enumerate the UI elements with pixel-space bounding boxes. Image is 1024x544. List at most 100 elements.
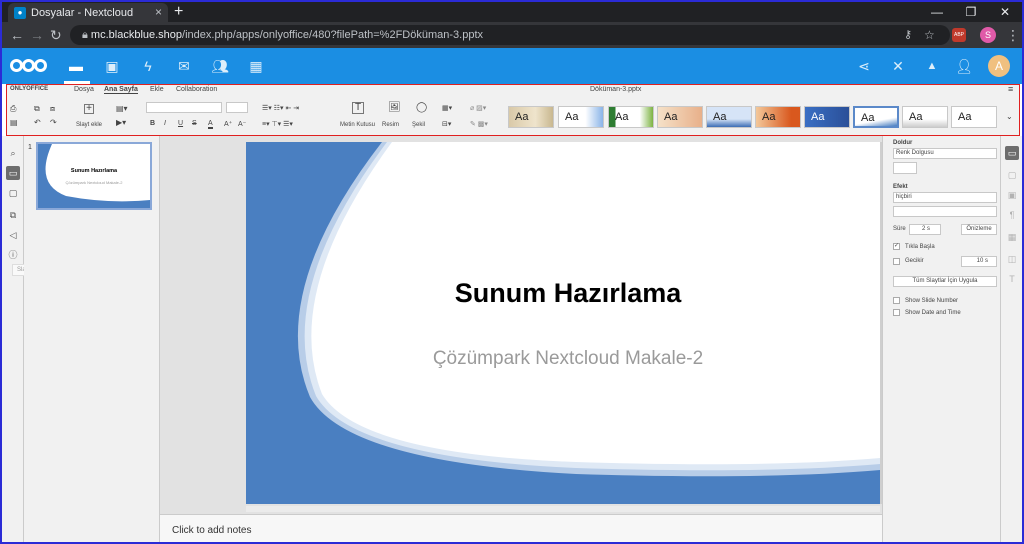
- layout-icon[interactable]: ▤▾: [116, 104, 128, 113]
- arrange-icon[interactable]: ▦▾: [442, 104, 452, 112]
- duration-stepper[interactable]: 2 s: [909, 224, 941, 235]
- slide[interactable]: Sunum Hazırlama Çözümpark Nextcloud Maka…: [246, 142, 880, 504]
- image-settings-icon[interactable]: ▣: [1005, 188, 1019, 202]
- show-slide-number-checkbox[interactable]: [893, 297, 900, 304]
- show-date-time-checkbox[interactable]: [893, 309, 900, 316]
- close-editor-icon[interactable]: ✕: [888, 56, 908, 76]
- calendar-icon[interactable]: ▦: [246, 56, 266, 76]
- theme-thumbnail[interactable]: Aa: [951, 106, 997, 128]
- contacts-menu-icon[interactable]: 👤︎: [954, 56, 974, 76]
- decrease-font-icon[interactable]: A⁻: [238, 120, 246, 128]
- new-tab-button[interactable]: +: [174, 2, 183, 22]
- table-settings-icon[interactable]: ▦: [1005, 230, 1019, 244]
- font-color-icon[interactable]: A: [208, 120, 213, 129]
- shape-icon[interactable]: ◯: [416, 102, 427, 113]
- strikethrough-icon[interactable]: S: [192, 120, 197, 127]
- underline-icon[interactable]: U: [178, 120, 183, 127]
- share-icon[interactable]: ⋖: [854, 56, 874, 76]
- undo-icon[interactable]: ↶: [34, 118, 41, 127]
- theme-thumbnail[interactable]: Aa: [804, 106, 850, 128]
- redo-icon[interactable]: ↷: [50, 118, 57, 127]
- files-icon[interactable]: ▬: [66, 56, 86, 76]
- reload-icon[interactable]: ↻: [50, 25, 62, 45]
- clear-style-icon[interactable]: ⌀ ▨▾: [470, 104, 486, 112]
- chart-settings-icon[interactable]: ◫: [1005, 252, 1019, 266]
- delay-checkbox[interactable]: [893, 258, 900, 265]
- adblock-extension-icon[interactable]: ABP: [952, 28, 966, 42]
- notes-area[interactable]: Click to add notes: [160, 514, 882, 542]
- user-avatar[interactable]: A: [988, 55, 1010, 77]
- delay-stepper[interactable]: 10 s: [961, 256, 997, 267]
- slide-subtitle[interactable]: Çözümpark Nextcloud Makale-2: [356, 348, 780, 370]
- text-box-icon[interactable]: T: [352, 102, 364, 114]
- address-bar[interactable]: 🔒︎ mc.blackblue.shop/index.php/apps/only…: [70, 25, 950, 45]
- bookmark-star-icon[interactable]: ☆: [924, 25, 935, 45]
- close-tab-icon[interactable]: ×: [155, 5, 162, 19]
- italic-icon[interactable]: I: [164, 120, 166, 127]
- image-button[interactable]: Resim: [382, 122, 399, 128]
- theme-thumbnail[interactable]: Aa: [706, 106, 752, 128]
- effect-type-select[interactable]: [893, 206, 997, 217]
- profile-avatar[interactable]: S: [980, 27, 996, 43]
- fill-color-swatch[interactable]: [893, 162, 917, 174]
- fill-select[interactable]: Renk Dolgusu: [893, 148, 997, 159]
- about-icon[interactable]: ⓘ: [6, 248, 20, 262]
- themes-expand-icon[interactable]: ⌄: [1006, 112, 1013, 121]
- feedback-icon[interactable]: ◁: [6, 228, 20, 242]
- tab-home[interactable]: Ana Sayfa: [104, 86, 138, 94]
- align-objects-icon[interactable]: ⊟▾: [442, 120, 451, 128]
- align-icon[interactable]: ≡▾ ⊤▾ ☰▾: [262, 120, 293, 128]
- browser-tab[interactable]: ● Dosyalar - Nextcloud ×: [8, 3, 168, 22]
- horizontal-scrollbar[interactable]: [246, 506, 880, 512]
- theme-thumbnail-selected[interactable]: Aa: [853, 106, 899, 128]
- menu-kebab-icon[interactable]: ⋮: [1006, 25, 1020, 45]
- add-slide-icon[interactable]: +: [84, 104, 94, 114]
- theme-thumbnail[interactable]: Aa: [508, 106, 554, 128]
- notifications-icon[interactable]: ▲: [922, 56, 942, 76]
- close-window-icon[interactable]: ✕: [988, 2, 1022, 22]
- comments-icon[interactable]: ▢: [6, 186, 20, 200]
- back-icon[interactable]: ←: [10, 25, 24, 45]
- paste-icon[interactable]: ⧈: [50, 104, 55, 114]
- activity-icon[interactable]: ϟ: [138, 56, 158, 76]
- slide-thumbnail[interactable]: Sunum Hazırlama Çözümpark Nextcloud Maka…: [36, 142, 152, 210]
- preview-button[interactable]: Önizleme: [961, 224, 997, 235]
- copy-icon[interactable]: ⧉: [34, 104, 40, 114]
- paragraph-settings-icon[interactable]: ¶: [1005, 208, 1019, 222]
- bullets-icon[interactable]: ☰▾ ☷▾ ⇤ ⇥: [262, 104, 299, 112]
- theme-thumbnail[interactable]: Aa: [755, 106, 801, 128]
- tab-insert[interactable]: Ekle: [150, 86, 164, 93]
- forward-icon[interactable]: →: [30, 25, 44, 45]
- slide-title[interactable]: Sunum Hazırlama: [356, 278, 780, 309]
- slides-icon[interactable]: ▭: [6, 166, 20, 180]
- slide-settings-icon[interactable]: ▭: [1005, 146, 1019, 160]
- save-icon[interactable]: ▤: [10, 118, 18, 127]
- copy-style-icon[interactable]: ✎ ▩▾: [470, 120, 488, 128]
- theme-thumbnail[interactable]: Aa: [608, 106, 654, 128]
- image-icon[interactable]: 🖼︎: [388, 102, 401, 113]
- key-icon[interactable]: ⚷: [904, 25, 912, 45]
- bold-icon[interactable]: B: [150, 120, 155, 127]
- tab-collaboration[interactable]: Collaboration: [176, 86, 217, 93]
- effect-select[interactable]: hiçbiri: [893, 192, 997, 203]
- hamburger-menu-icon[interactable]: ≡: [1008, 84, 1013, 94]
- shape-button[interactable]: Şekil: [412, 122, 425, 128]
- nextcloud-logo[interactable]: [10, 56, 50, 76]
- theme-thumbnail[interactable]: Aa: [902, 106, 948, 128]
- theme-thumbnail[interactable]: Aa: [657, 106, 703, 128]
- search-icon[interactable]: ⌕: [6, 146, 20, 160]
- mail-icon[interactable]: ✉: [174, 56, 194, 76]
- tab-file[interactable]: Dosya: [74, 86, 94, 93]
- shape-settings-icon[interactable]: ▢: [1005, 168, 1019, 182]
- increase-font-icon[interactable]: A⁺: [224, 120, 232, 128]
- chat-icon[interactable]: ⧉: [6, 208, 20, 222]
- add-slide-button[interactable]: Slayt ekle: [76, 122, 102, 128]
- photos-icon[interactable]: ▣: [102, 56, 122, 76]
- contacts-icon[interactable]: 👥︎: [210, 56, 230, 76]
- minimize-icon[interactable]: —: [920, 2, 954, 22]
- apply-all-slides-button[interactable]: Tüm Slaytlar İçin Uygula: [893, 276, 997, 287]
- print-icon[interactable]: ⎙: [10, 104, 16, 114]
- font-name-select[interactable]: [146, 102, 222, 113]
- font-size-select[interactable]: [226, 102, 248, 113]
- slideshow-icon[interactable]: ▶▾: [116, 118, 126, 127]
